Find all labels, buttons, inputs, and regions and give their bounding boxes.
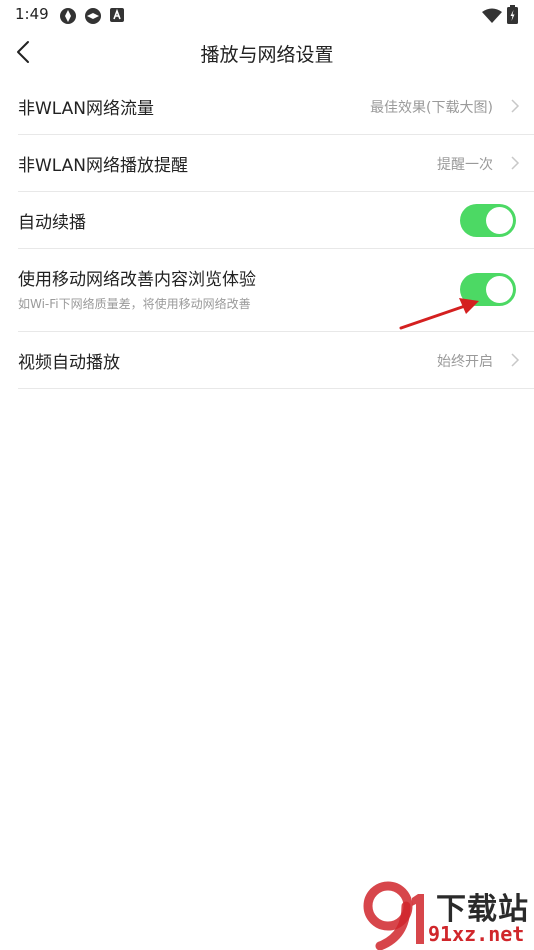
setting-description: 如Wi-Fi下网络质量差，将使用移动网络改善 (18, 297, 251, 311)
autoplay-next-toggle[interactable] (460, 204, 516, 237)
setting-label: 非WLAN网络播放提醒 (18, 156, 189, 176)
toggle-knob (486, 207, 513, 234)
chevron-right-icon (511, 353, 520, 367)
page-title: 播放与网络设置 (200, 44, 334, 66)
setting-mobile-data[interactable]: 非WLAN网络流量 最佳效果(下载大图) (18, 78, 534, 135)
watermark-logo-icon (363, 881, 424, 950)
setting-autoplay-next: 自动续播 (18, 192, 534, 249)
battery-charging-icon (507, 5, 518, 24)
toggle-knob (486, 276, 513, 303)
chevron-right-icon (511, 99, 520, 113)
settings-list: 非WLAN网络流量 最佳效果(下载大图) 非WLAN网络播放提醒 提醒一次 自动… (18, 78, 534, 389)
watermark-logo: 下载站 91xz.net (362, 880, 534, 950)
setting-label: 自动续播 (18, 213, 86, 233)
setting-label: 非WLAN网络流量 (18, 99, 155, 119)
header: 播放与网络设置 (0, 30, 534, 74)
setting-mobile-play-reminder[interactable]: 非WLAN网络播放提醒 提醒一次 (18, 135, 534, 192)
setting-label: 视频自动播放 (18, 353, 120, 373)
notification-a-icon (110, 8, 124, 22)
chevron-right-icon (511, 156, 520, 170)
setting-value: 最佳效果(下载大图) (370, 100, 493, 116)
wifi-icon (482, 8, 502, 23)
annotation-arrow-icon (399, 298, 479, 330)
setting-value: 提醒一次 (437, 157, 493, 173)
setting-value: 始终开启 (437, 354, 493, 370)
setting-label: 使用移动网络改善内容浏览体验 (18, 270, 256, 290)
setting-video-autoplay[interactable]: 视频自动播放 始终开启 (18, 332, 534, 389)
status-bar: 1:49 (0, 0, 534, 30)
app-icon (85, 8, 101, 24)
watermark-site: 91xz.net (428, 922, 525, 946)
status-time: 1:49 (15, 5, 49, 23)
app-icon (60, 8, 76, 24)
